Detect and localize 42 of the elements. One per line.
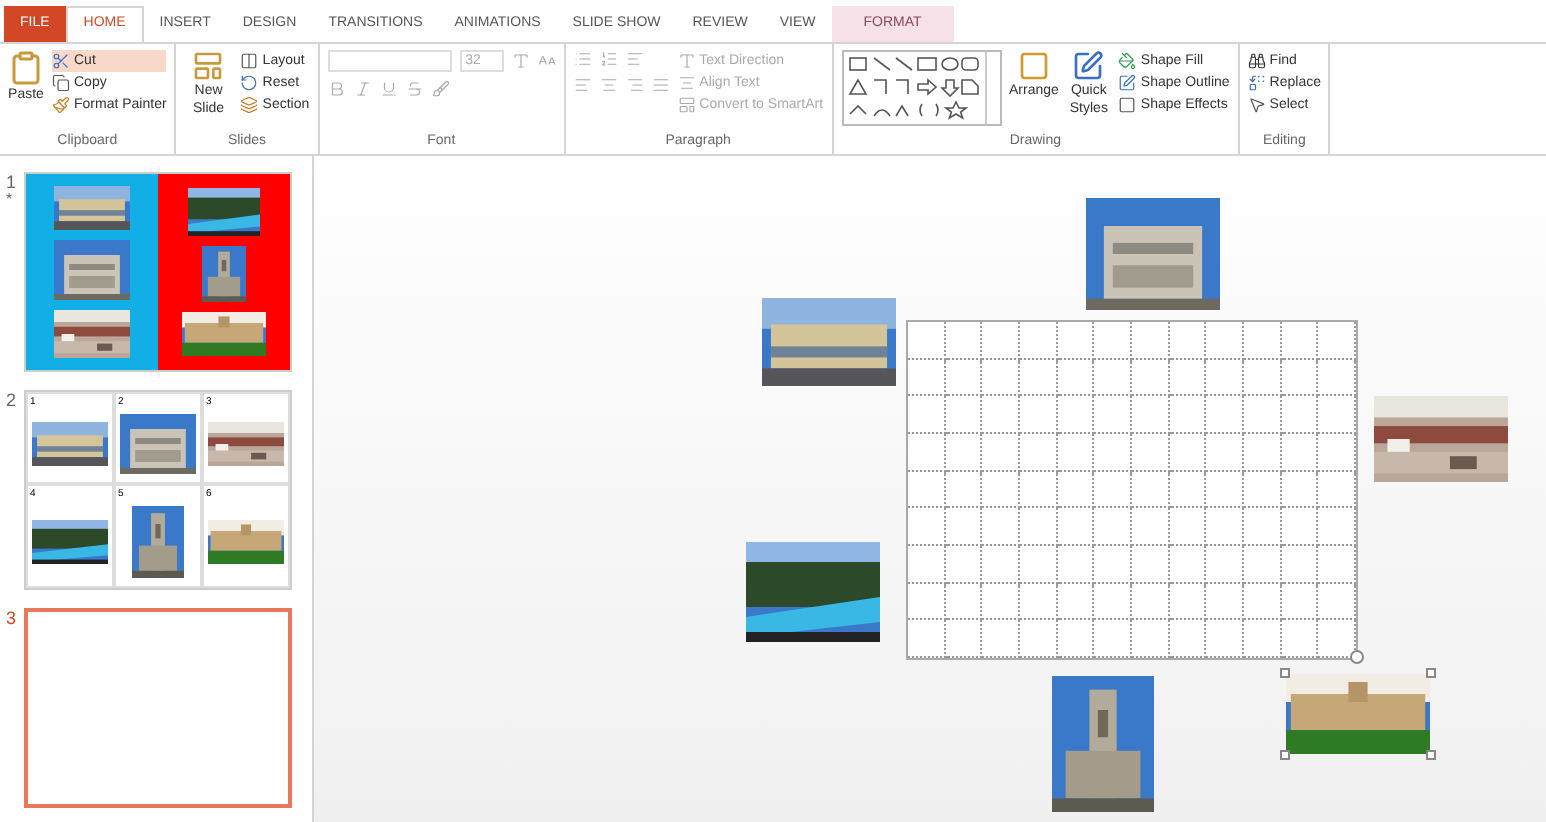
pen-icon (1118, 74, 1137, 92)
font-name-field[interactable] (327, 50, 452, 72)
layout-icon (240, 52, 259, 70)
smartart-icon (677, 96, 696, 114)
align-text-icon (677, 74, 696, 92)
slide-number: 3 (6, 608, 19, 628)
animation-marker: * (6, 192, 15, 208)
align-left-icon (573, 76, 592, 94)
slide-number: 2 (6, 390, 19, 410)
slide-thumbnail[interactable] (24, 172, 292, 372)
reset-icon (240, 74, 259, 92)
slide-icon (192, 50, 225, 82)
numbering-icon (599, 50, 618, 68)
grid-table[interactable] (906, 320, 1358, 660)
slide-number: 1 (6, 172, 19, 192)
paint-bucket-icon (1118, 52, 1137, 70)
align-center-icon (599, 76, 618, 94)
pointer-icon (1247, 96, 1266, 114)
arrange-icon (1017, 50, 1050, 82)
change-case-icon (537, 52, 556, 70)
italic-icon (353, 80, 372, 98)
bullets-icon (573, 50, 592, 68)
bold-icon (327, 80, 346, 98)
binoculars-icon (1247, 52, 1266, 70)
resize-handle[interactable] (1280, 750, 1290, 760)
quick-styles-icon (1072, 50, 1105, 82)
underline-icon (379, 80, 398, 98)
justify-icon (651, 76, 670, 94)
text-direction-icon (677, 52, 696, 70)
scissors-icon (52, 52, 70, 70)
resize-handle[interactable] (1426, 668, 1436, 678)
resize-handle[interactable] (1426, 750, 1436, 760)
font-color-icon (431, 80, 450, 98)
strikethrough-icon (405, 80, 424, 98)
shapes-gallery-drawing[interactable] (841, 50, 1002, 126)
slide-thumbnail[interactable] (24, 608, 292, 808)
resize-handle[interactable] (1280, 668, 1290, 678)
copy-icon (52, 74, 70, 92)
rotate-handle[interactable] (1350, 650, 1364, 664)
align-right-icon (625, 76, 644, 94)
clipboard-icon (8, 50, 44, 86)
paintbrush-icon (52, 96, 70, 114)
